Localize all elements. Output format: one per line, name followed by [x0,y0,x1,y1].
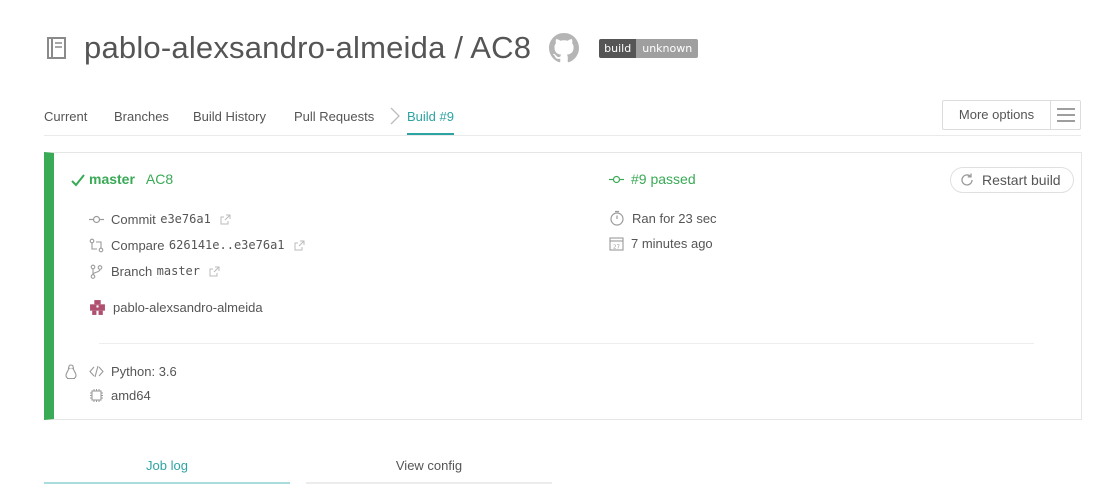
calendar-icon: 27 [609,237,624,251]
badge-label: build [599,38,637,58]
tab-view-config[interactable]: View config [306,448,552,484]
commit-icon [609,175,624,183]
branch-label: Branch [111,263,153,279]
build-title: master AC8 [89,171,173,187]
tab-job-log[interactable]: Job log [44,448,290,484]
divider [99,343,1034,344]
external-link-icon[interactable] [209,266,220,277]
svg-text:27: 27 [613,245,620,251]
compare-row: Compare 626141e..e3e76a1 [89,236,305,254]
commit-icon [89,215,104,223]
external-link-icon[interactable] [220,214,231,225]
arch-row: amd64 [89,388,151,403]
commit-label: Commit [111,211,156,227]
finished-row: 27 7 minutes ago [609,236,713,251]
tab-pull-requests[interactable]: Pull Requests [294,109,374,133]
commit-row: Commit e3e76a1 [89,210,231,228]
more-options-label: More options [943,101,1051,129]
tab-branches[interactable]: Branches [114,109,169,133]
tab-current[interactable]: Current [44,109,87,133]
restart-label: Restart build [982,172,1061,188]
compare-label: Compare [111,237,165,253]
architecture: amd64 [111,388,151,403]
build-status[interactable]: #9 passed [631,171,696,187]
compare-icon [89,238,104,252]
branch-link[interactable]: master [89,171,135,187]
branch-value[interactable]: master [157,264,200,278]
repo-header: pablo-alexsandro-almeida / AC8 build unk… [46,28,699,68]
external-link-icon[interactable] [294,240,305,251]
menu-icon[interactable] [1051,101,1080,129]
restart-build-button[interactable]: Restart build [950,167,1074,193]
badge-value: unknown [636,38,699,58]
branch-row: Branch master [89,262,220,280]
tab-build[interactable]: Build #9 [407,109,454,135]
build-summary-card: master AC8 Commit e3e76a1 Compare 626141… [44,152,1082,420]
check-icon [71,174,85,187]
author-row: pablo-alexsandro-almeida [89,299,263,316]
code-icon [89,365,104,378]
language: Python: 3.6 [111,364,177,379]
more-options-button[interactable]: More options [942,100,1081,130]
stopwatch-icon [610,210,624,226]
build-duration: Ran for 23 sec [632,210,717,226]
chevron-right-icon [390,107,400,125]
linux-icon [65,364,77,380]
build-status-badge[interactable]: build unknown [599,38,699,58]
branch-icon [90,264,103,279]
book-icon [47,37,66,59]
language-row: Python: 3.6 [89,364,177,379]
avatar [89,299,106,316]
build-finished: 7 minutes ago [631,236,713,251]
duration-row: Ran for 23 sec [609,210,717,226]
build-state: #9 passed [609,171,696,187]
tab-build-history[interactable]: Build History [193,109,266,133]
commit-message[interactable]: AC8 [146,171,173,187]
cpu-icon [90,389,103,402]
restart-icon [961,173,973,186]
compare-range[interactable]: 626141e..e3e76a1 [169,238,285,252]
page-title[interactable]: pablo-alexsandro-almeida / AC8 [84,30,531,66]
commit-sha[interactable]: e3e76a1 [160,212,211,226]
build-tabs: Current Branches Build History Pull Requ… [44,100,1081,136]
github-icon[interactable] [549,33,580,63]
author-name[interactable]: pablo-alexsandro-almeida [113,300,263,315]
